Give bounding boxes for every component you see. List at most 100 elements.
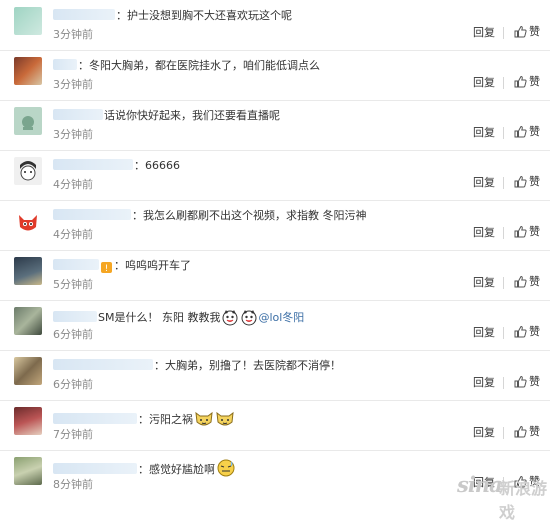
comment-line: ：护士没想到胸不大还喜欢玩这个呢 — [53, 8, 440, 24]
comment-line: ：66666 — [53, 158, 440, 174]
like-label: 赞 — [529, 375, 540, 388]
avatar[interactable] — [14, 57, 42, 85]
comment-text: ：呜呜呜开车了 — [114, 259, 191, 272]
reply-button[interactable]: 回复 — [473, 76, 495, 90]
watermark-brand: sina — [457, 472, 503, 497]
badge-icon: ! — [100, 260, 113, 279]
like-label: 赞 — [529, 325, 540, 338]
mention-link[interactable]: @lol冬阳 — [258, 311, 304, 324]
svg-text:!: ! — [105, 264, 109, 274]
username-blurred[interactable] — [53, 109, 103, 120]
divider — [503, 177, 504, 189]
like-label: 赞 — [529, 75, 540, 88]
comment-item: ：66666 4分钟前 回复 赞 — [0, 150, 550, 201]
reply-button[interactable]: 回复 — [473, 176, 495, 190]
username-blurred[interactable] — [53, 159, 133, 170]
thumbs-up-icon — [514, 175, 527, 188]
like-button[interactable]: 赞 — [514, 225, 540, 241]
comment-text: SM是什么！ 东阳 教教我 — [98, 311, 221, 324]
comment-time: 6分钟前 — [53, 378, 93, 391]
reply-button[interactable]: 回复 — [473, 426, 495, 440]
username-blurred[interactable] — [53, 59, 77, 70]
thumbs-up-icon — [514, 75, 527, 88]
thumbs-up-icon — [514, 125, 527, 138]
like-button[interactable]: 赞 — [514, 275, 540, 291]
avatar[interactable] — [14, 307, 42, 335]
username-blurred[interactable] — [53, 413, 137, 424]
thumbs-up-icon — [514, 25, 527, 38]
like-label: 赞 — [529, 175, 540, 188]
divider — [503, 427, 504, 439]
comment-line: ：冬阳大胸弟，都在医院挂水了，咱们能低调点么 — [53, 58, 440, 74]
comment-line: ! ：呜呜呜开车了 — [53, 258, 440, 274]
laughing-emoji — [221, 308, 239, 331]
thumbs-up-icon — [514, 225, 527, 238]
username-blurred[interactable] — [53, 209, 131, 220]
avatar[interactable] — [14, 257, 42, 285]
comment-text: ：66666 — [134, 159, 180, 172]
username-blurred[interactable] — [53, 259, 99, 270]
reply-button[interactable]: 回复 — [473, 376, 495, 390]
comment-time: 3分钟前 — [53, 128, 93, 141]
divider — [503, 27, 504, 39]
comment-time: 8分钟前 — [53, 478, 93, 491]
comment-item: ：护士没想到胸不大还喜欢玩这个呢 3分钟前 回复 赞 — [0, 0, 550, 51]
username-blurred[interactable] — [53, 359, 153, 370]
comment-time: 5分钟前 — [53, 278, 93, 291]
laughing-emoji — [240, 308, 258, 331]
comment-line: SM是什么！ 东阳 教教我 @lol冬阳 — [53, 308, 440, 326]
avatar[interactable] — [14, 157, 42, 185]
divider — [503, 377, 504, 389]
default-avatar-icon — [22, 116, 34, 130]
like-button[interactable]: 赞 — [514, 125, 540, 141]
comment-item: ：大胸弟，别撸了！去医院都不消停！ 6分钟前 回复 赞 — [0, 350, 550, 401]
like-button[interactable]: 赞 — [514, 75, 540, 91]
username-blurred[interactable] — [53, 311, 97, 322]
cartoon-fox-icon — [19, 215, 37, 231]
comment-time: 3分钟前 — [53, 28, 93, 41]
like-label: 赞 — [529, 225, 540, 238]
comment-text: ：护士没想到胸不大还喜欢玩这个呢 — [116, 9, 292, 22]
reply-button[interactable]: 回复 — [473, 276, 495, 290]
comment-text: ：大胸弟，别撸了！去医院都不消停！ — [154, 359, 341, 372]
comment-item: SM是什么！ 东阳 教教我 @lol冬阳 6分钟前 回复 赞 — [0, 300, 550, 351]
cat-face-emoji — [194, 408, 214, 433]
avatar[interactable] — [14, 357, 42, 385]
avatar[interactable] — [14, 7, 42, 35]
thumbs-up-icon — [514, 325, 527, 338]
thumbs-up-icon — [514, 375, 527, 388]
comment-item: ：冬阳大胸弟，都在医院挂水了，咱们能低调点么 3分钟前 回复 赞 — [0, 50, 550, 101]
comment-item: ：污阳之祸 7分钟前 回复 赞 — [0, 400, 550, 451]
reply-button[interactable]: 回复 — [473, 226, 495, 240]
comment-line: ：污阳之祸 — [53, 408, 440, 426]
comment-line: ：感觉好尴尬啊 — [53, 458, 440, 477]
divider — [503, 127, 504, 139]
avatar[interactable] — [14, 207, 42, 235]
cartoon-face-icon — [20, 161, 36, 181]
avatar[interactable] — [14, 457, 42, 485]
username-blurred[interactable] — [53, 463, 137, 474]
like-button[interactable]: 赞 — [514, 375, 540, 391]
divider — [503, 227, 504, 239]
comment-text: ：我怎么刷都刷不出这个视频，求指教 冬阳污神 — [132, 209, 367, 222]
like-button[interactable]: 赞 — [514, 425, 540, 441]
like-button[interactable]: 赞 — [514, 25, 540, 41]
avatar[interactable] — [14, 107, 42, 135]
like-button[interactable]: 赞 — [514, 175, 540, 191]
divider — [503, 277, 504, 289]
comment-text: 话说你快好起来，我们还要看直播呢 — [104, 109, 280, 122]
comment-line: ：我怎么刷都刷不出这个视频，求指教 冬阳污神 — [53, 208, 440, 224]
username-blurred[interactable] — [53, 9, 115, 20]
reply-button[interactable]: 回复 — [473, 326, 495, 340]
like-button[interactable]: 赞 — [514, 325, 540, 341]
watermark-game: 新浪游戏 — [499, 479, 548, 522]
avatar[interactable] — [14, 407, 42, 435]
like-label: 赞 — [529, 125, 540, 138]
thumbs-up-icon — [514, 425, 527, 438]
comment-text: ：冬阳大胸弟，都在医院挂水了，咱们能低调点么 — [78, 59, 320, 72]
sina-games-watermark: sina 新浪游戏 — [457, 466, 549, 522]
comment-list: ：护士没想到胸不大还喜欢玩这个呢 3分钟前 回复 赞 ：冬阳大胸弟，都在医院挂水… — [0, 0, 550, 505]
reply-button[interactable]: 回复 — [473, 26, 495, 40]
comment-text: ：污阳之祸 — [138, 413, 193, 426]
reply-button[interactable]: 回复 — [473, 126, 495, 140]
